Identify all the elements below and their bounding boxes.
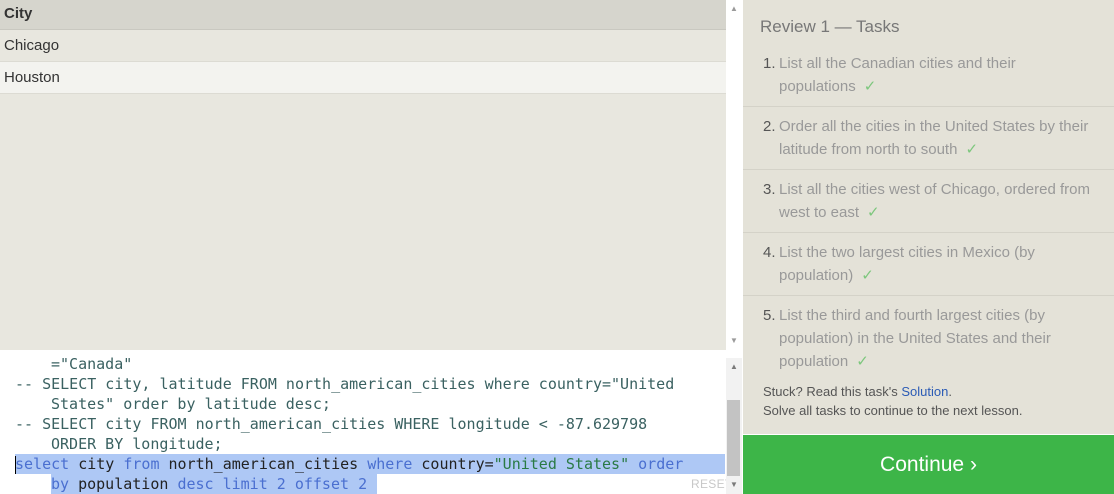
task-item: 4. List the two largest cities in Mexico …	[743, 233, 1114, 296]
current-query-line: select city from north_american_cities w…	[15, 455, 684, 474]
column-header-city: City	[0, 0, 726, 30]
scroll-down-icon[interactable]: ▼	[729, 336, 739, 345]
task-item: 1. List all the Canadian cities and their…	[743, 44, 1114, 107]
sql-editor[interactable]: ="Canada" -- SELECT city, latitude FROM …	[0, 350, 732, 494]
checkmark-icon: ✓	[965, 141, 979, 158]
tasks-panel: Review 1 — Tasks 1. List all the Canadian…	[743, 0, 1114, 434]
checkmark-icon: ✓	[861, 267, 874, 284]
code-line: ="Canada"	[51, 355, 133, 373]
current-query-line: by population desc limit 2 offset 2	[51, 475, 368, 493]
task-list: 1. List all the Canadian cities and their…	[743, 44, 1114, 381]
scroll-down-icon[interactable]: ▼	[729, 480, 739, 489]
table-row: Houston	[0, 62, 726, 94]
checkmark-icon: ✓	[863, 78, 877, 95]
code-line: ORDER BY longitude;	[51, 435, 223, 453]
scrollbar-thumb[interactable]	[727, 400, 740, 476]
scroll-up-icon[interactable]: ▲	[729, 4, 739, 13]
task-item: 3. List all the cities west of Chicago, o…	[743, 170, 1114, 233]
task-item: 5. List the third and fourth largest citi…	[763, 307, 1051, 370]
results-scrollbar[interactable]: ▲ ▼	[726, 0, 742, 350]
task-item: 2. Order all the cities in the United Sta…	[743, 107, 1114, 170]
code-line: States" order by latitude desc;	[51, 395, 331, 413]
table-row: Chicago	[0, 30, 726, 62]
checkmark-icon: ✓	[856, 353, 869, 370]
scroll-up-icon[interactable]: ▲	[729, 362, 739, 371]
code-line: -- SELECT city FROM north_american_citie…	[15, 415, 648, 433]
help-text: Stuck? Read this task's Solution. Solve …	[763, 384, 1023, 418]
editor-scrollbar[interactable]: ▲ ▼	[726, 358, 742, 494]
continue-button[interactable]: Continue ›	[743, 435, 1114, 494]
query-results-table: City Chicago Houston	[0, 0, 726, 350]
checkmark-icon: ✓	[867, 204, 880, 221]
solution-link[interactable]: Solution	[901, 384, 948, 399]
tasks-title: Review 1 — Tasks	[760, 17, 900, 36]
code-line: -- SELECT city, latitude FROM north_amer…	[15, 375, 675, 393]
